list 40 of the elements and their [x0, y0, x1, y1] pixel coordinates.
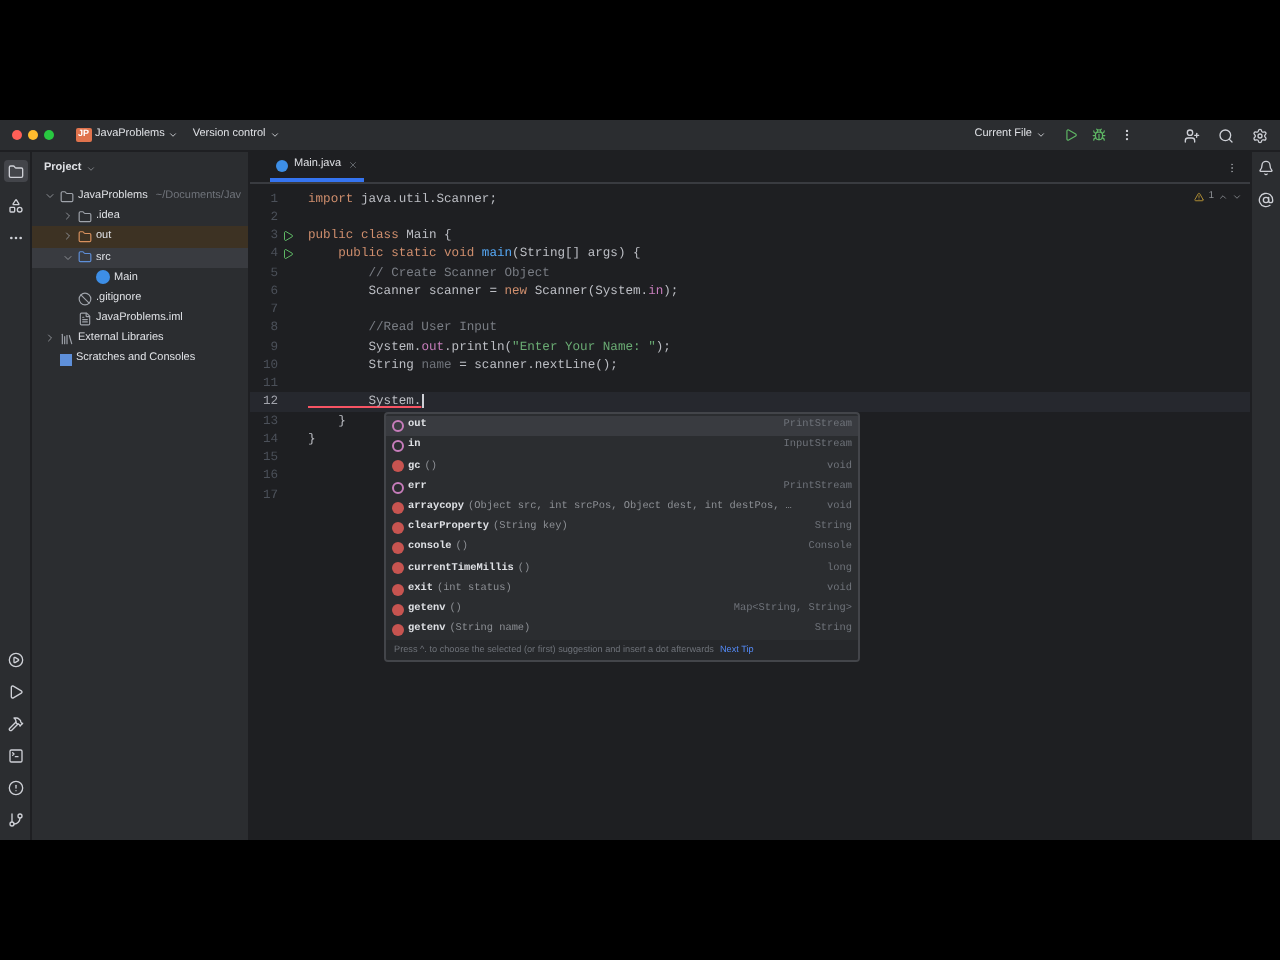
folder-icon — [7, 163, 23, 179]
library-icon — [60, 331, 74, 346]
class-icon — [276, 159, 288, 171]
project-tool-button[interactable] — [3, 160, 27, 182]
terminal-icon[interactable] — [7, 748, 23, 764]
search-icon[interactable] — [1218, 127, 1234, 143]
class-icon — [96, 270, 110, 285]
at-sign-icon[interactable] — [1258, 192, 1274, 208]
ignore-file-icon — [78, 291, 92, 306]
build-icon[interactable] — [7, 716, 23, 732]
chevron-up-icon[interactable] — [1218, 192, 1228, 203]
structure-icon[interactable] — [7, 198, 23, 214]
run-icon[interactable] — [1064, 128, 1078, 142]
field-icon — [392, 481, 404, 494]
run-icon[interactable] — [7, 684, 23, 700]
folder-icon — [78, 250, 92, 265]
notifications-icon[interactable] — [1258, 160, 1274, 176]
module-folder-icon — [60, 189, 74, 204]
chevron-down-icon[interactable] — [1232, 192, 1242, 203]
text-cursor — [421, 394, 424, 409]
add-user-icon[interactable] — [1184, 127, 1200, 143]
folder-icon — [78, 209, 92, 224]
method-icon — [392, 460, 404, 473]
close-window-button[interactable] — [12, 130, 22, 140]
debug-icon[interactable] — [1092, 128, 1106, 142]
services-icon[interactable] — [7, 652, 23, 668]
warning-icon[interactable] — [1194, 192, 1205, 203]
minimize-window-button[interactable] — [28, 130, 38, 140]
zoom-window-button[interactable] — [44, 130, 54, 140]
problems-icon[interactable] — [7, 780, 23, 796]
chevron-down-icon[interactable] — [85, 163, 96, 173]
file-icon — [78, 311, 92, 326]
settings-icon[interactable] — [1252, 127, 1268, 143]
chevron-down-icon — [1036, 130, 1046, 140]
chevron-down-icon — [269, 130, 280, 140]
git-branch-icon[interactable] — [7, 812, 23, 828]
more-icon[interactable] — [1120, 128, 1134, 142]
folder-icon — [78, 229, 92, 244]
chevron-down-icon — [168, 130, 179, 140]
scratch-icon — [60, 353, 72, 366]
